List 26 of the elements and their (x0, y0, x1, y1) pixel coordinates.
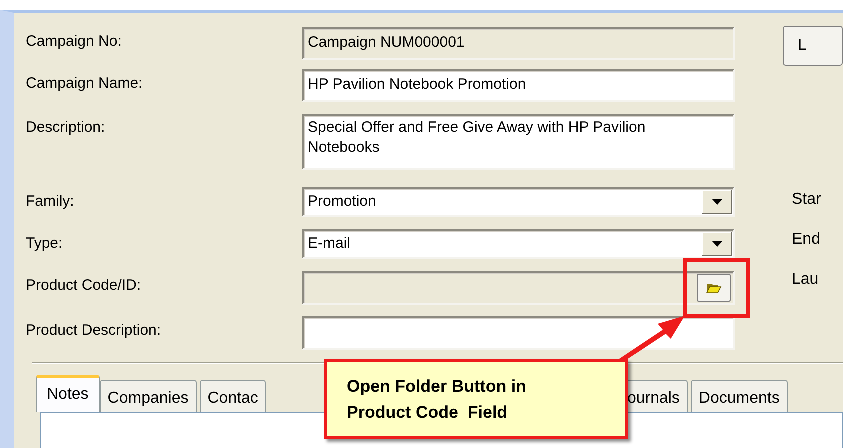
field-label: Product Code/ID: (25, 276, 142, 296)
text-area[interactable]: Special Offer and Free Give Away with HP Pavilion Notebooks (302, 114, 735, 170)
field-label: Description: (25, 118, 106, 138)
folder-icon (706, 282, 722, 294)
field-label: Campaign No: (25, 32, 123, 52)
field-label: Lau (792, 270, 820, 290)
field-label: Family: (25, 192, 76, 212)
side-button[interactable]: L (783, 26, 843, 66)
field-label: Campaign Name: (25, 74, 144, 94)
field-label: Type: (25, 234, 64, 254)
field-label: Product Description: (25, 321, 162, 341)
callout-text: Open Folder Button in Product Code Field (347, 376, 528, 424)
tab[interactable]: Contac (200, 380, 266, 412)
readonly-field[interactable]: Campaign NUM000001 (302, 27, 735, 60)
tab[interactable]: Documents (690, 380, 788, 412)
lookup-field[interactable] (302, 271, 735, 305)
tab[interactable]: Companies (100, 380, 197, 412)
text-field[interactable]: HP Pavilion Notebook Promotion (302, 69, 735, 102)
tab[interactable]: Notes (36, 375, 100, 412)
open-folder-button[interactable] (697, 274, 731, 302)
text-field[interactable] (302, 316, 735, 350)
dropdown-field[interactable]: E-mail (302, 229, 735, 259)
field-label: End (792, 230, 822, 250)
dropdown-field[interactable]: Promotion (302, 187, 735, 217)
highlight-frame (683, 258, 750, 318)
field-label: Star (792, 190, 822, 210)
